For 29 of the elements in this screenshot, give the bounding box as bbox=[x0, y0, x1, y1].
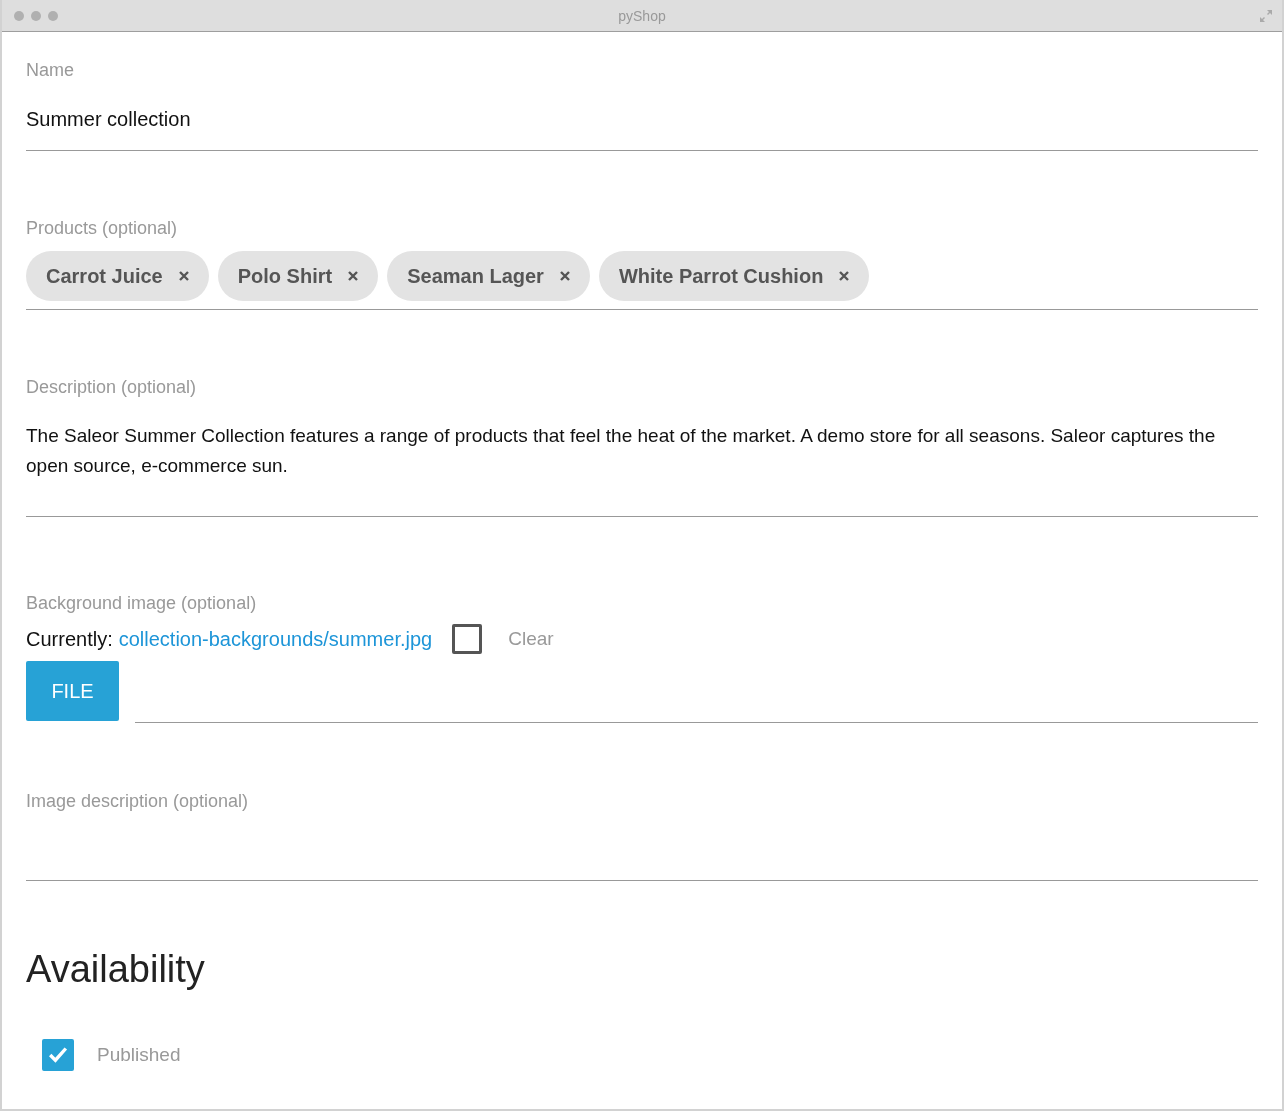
fullscreen-icon[interactable] bbox=[1260, 9, 1272, 22]
description-field[interactable]: The Saleor Summer Collection features a range of products that feel the heat of the market. A demo store for all seasons. Saleor captures the open source, e-commerce sun. bbox=[26, 401, 1258, 517]
published-label: Published bbox=[97, 1044, 181, 1066]
window-control-icon[interactable] bbox=[14, 10, 24, 21]
window-control-icon[interactable] bbox=[48, 10, 58, 21]
window-control-icon[interactable] bbox=[31, 10, 41, 21]
product-chip[interactable]: Seaman Lager bbox=[387, 251, 590, 301]
remove-icon[interactable] bbox=[839, 271, 850, 281]
field-label: Description (optional) bbox=[26, 376, 197, 399]
clear-label: Clear bbox=[508, 628, 554, 650]
name-field[interactable]: Summer collection bbox=[26, 84, 1258, 151]
field-label: Background image (optional) bbox=[26, 592, 257, 615]
field-label: Products (optional) bbox=[26, 217, 178, 240]
product-chip[interactable]: Polo Shirt bbox=[217, 251, 379, 301]
field-label: Name bbox=[26, 59, 74, 82]
product-chip[interactable]: Carrot Juice bbox=[26, 251, 209, 301]
file-button[interactable]: FILE bbox=[26, 661, 119, 721]
field-label: Image description (optional) bbox=[26, 790, 249, 813]
products-field[interactable]: Carrot Juice Polo Shirt Seaman Lager White Parrot Cushion bbox=[26, 242, 1258, 310]
file-link[interactable]: collection-backgrounds/summer.jpg bbox=[118, 627, 433, 651]
clear-checkbox[interactable] bbox=[452, 624, 483, 654]
section-heading: Availability bbox=[26, 947, 205, 992]
published-checkbox[interactable] bbox=[42, 1039, 74, 1071]
current-file-label: Currently: bbox=[26, 627, 113, 651]
remove-icon[interactable] bbox=[178, 271, 189, 281]
remove-icon[interactable] bbox=[348, 271, 359, 281]
window-title: pyShop bbox=[618, 7, 666, 24]
product-chip[interactable]: White Parrot Cushion bbox=[598, 251, 870, 301]
remove-icon[interactable] bbox=[559, 271, 570, 281]
